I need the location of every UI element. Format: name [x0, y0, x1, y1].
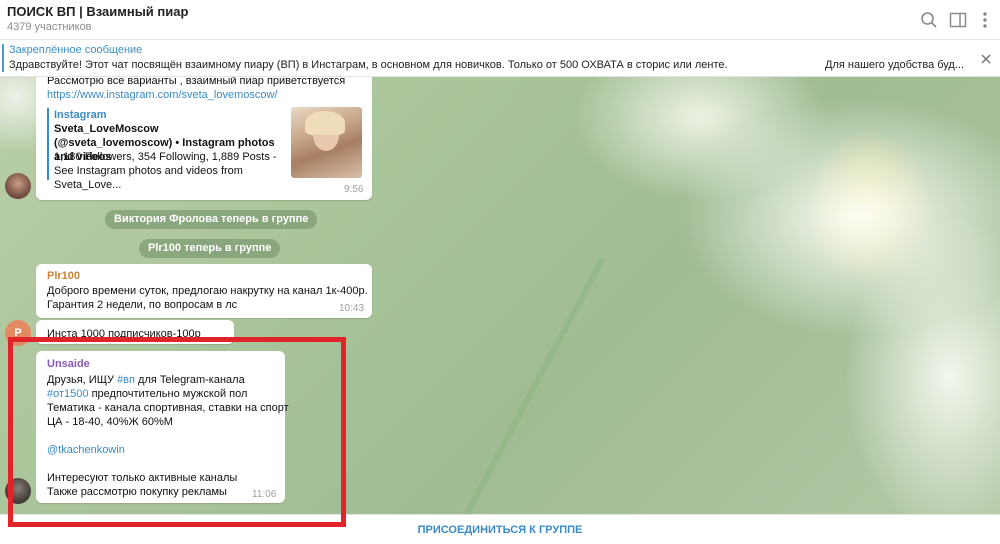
photo-hair — [305, 111, 345, 135]
pinned-text-continued: Для нашего удобства буд... — [825, 59, 965, 71]
service-message: Plr100 теперь в группе — [139, 239, 281, 258]
message-bubble[interactable]: Plr100 Доброго времени суток, предлогаю … — [36, 264, 372, 318]
message-text: Гарантия 2 недели, по вопросам в лс — [47, 299, 238, 311]
avatar[interactable] — [5, 173, 31, 199]
message-sender[interactable]: Plr100 — [47, 270, 80, 282]
message-text: Рассмотрю все варианты , взаимный пиар п… — [47, 77, 346, 87]
message-text: Доброго времени суток, предлогаю накрутк… — [47, 285, 368, 297]
preview-site: Instagram — [54, 109, 107, 121]
background-stem — [459, 257, 606, 514]
search-icon[interactable] — [918, 9, 940, 31]
service-message: Виктория Фролова теперь в группе — [105, 210, 318, 229]
highlight-box — [8, 337, 346, 527]
pinned-message[interactable]: Закреплённое сообщение Здравствуйте! Это… — [0, 40, 1000, 77]
member-count: 4379 участников — [7, 21, 92, 33]
preview-accent-bar — [47, 108, 49, 180]
pinned-accent-bar — [2, 44, 4, 72]
message-time: 9:56 — [344, 184, 364, 195]
pinned-title: Закреплённое сообщение — [9, 44, 143, 56]
message-bubble[interactable]: Рассмотрю все варианты , взаимный пиар п… — [36, 77, 372, 200]
sidebar-icon[interactable] — [947, 9, 969, 31]
close-icon[interactable] — [978, 51, 994, 67]
preview-photo[interactable] — [291, 107, 362, 178]
message-time: 10:43 — [339, 303, 365, 314]
pinned-text: Здравствуйте! Этот чат посвящён взаимном… — [9, 59, 728, 71]
message-link[interactable]: https://www.instagram.com/sveta_lovemosc… — [47, 88, 277, 102]
preview-description: 1,180 Followers, 354 Following, 1,889 Po… — [54, 151, 277, 191]
chat-title[interactable]: ПОИСК ВП | Взаимный пиар — [7, 4, 188, 19]
chat-header: ПОИСК ВП | Взаимный пиар 4379 участников — [0, 0, 1000, 40]
more-icon[interactable] — [974, 9, 996, 31]
